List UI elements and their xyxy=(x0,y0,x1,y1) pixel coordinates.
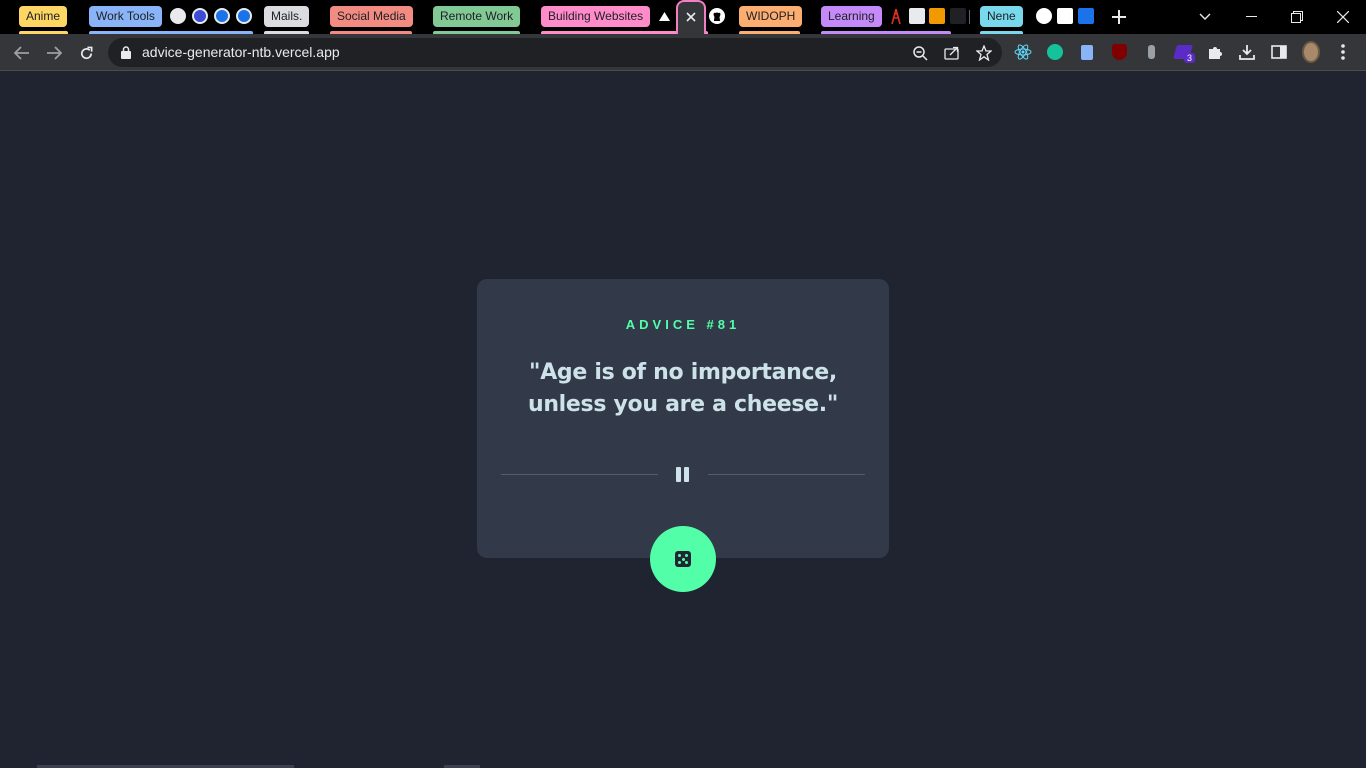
book-icon[interactable] xyxy=(1057,8,1073,24)
minimize-button[interactable] xyxy=(1228,0,1274,34)
restore-button[interactable] xyxy=(1274,0,1320,34)
reload-icon xyxy=(80,46,92,59)
ublock-icon[interactable] xyxy=(1110,43,1128,61)
extension-badge: 3 xyxy=(1184,53,1196,63)
tab-group-building-websites[interactable]: Building Websites xyxy=(541,6,651,27)
advice-heading: ADVICE #81 xyxy=(625,317,741,332)
url-text[interactable]: advice-generator-ntb.vercel.app xyxy=(142,38,340,67)
puzzle-icon xyxy=(1208,46,1222,59)
pause-icon xyxy=(676,467,690,482)
tab-group-widoph[interactable]: WIDOPH xyxy=(739,6,803,27)
page-content: ADVICE #81 "Age is of no importance, unl… xyxy=(0,72,1366,768)
restore-icon xyxy=(1291,11,1303,23)
side-panel-button[interactable] xyxy=(1270,43,1288,61)
tab-group-remote-work[interactable]: Remote Work xyxy=(433,6,521,27)
download-icon xyxy=(1239,45,1255,60)
close-icon xyxy=(1337,11,1349,23)
arrow-right-icon xyxy=(47,46,62,60)
advice-card: ADVICE #81 "Age is of no importance, unl… xyxy=(477,279,889,558)
profile-avatar[interactable] xyxy=(1302,41,1320,63)
triangle-app-icon[interactable] xyxy=(1078,8,1094,24)
browser-toolbar: advice-generator-ntb.vercel.app 3 xyxy=(0,34,1366,71)
zoom-button[interactable] xyxy=(909,42,931,64)
tab-strip: Anime Work Tools Mails. Social Media Rem… xyxy=(0,0,1366,34)
minimize-icon xyxy=(1245,16,1257,17)
more-vert-icon xyxy=(1341,44,1345,60)
extensions-menu-button[interactable] xyxy=(1206,43,1224,61)
google-icon[interactable] xyxy=(1036,8,1052,24)
close-icon[interactable] xyxy=(686,12,696,22)
tab-group-learning[interactable]: Learning xyxy=(821,6,882,27)
c-app-icon[interactable] xyxy=(192,8,208,24)
lock-icon[interactable] xyxy=(121,46,131,59)
forward-button[interactable] xyxy=(42,41,66,65)
star-icon xyxy=(976,45,992,61)
address-bar[interactable]: advice-generator-ntb.vercel.app xyxy=(108,38,1002,67)
vercel-icon[interactable] xyxy=(659,12,670,21)
c-app-icon[interactable] xyxy=(236,8,252,24)
notes-icon[interactable] xyxy=(909,8,925,24)
arrow-left-icon xyxy=(14,46,29,60)
react-devtools-icon[interactable] xyxy=(1014,43,1032,61)
advice-quote: "Age is of no importance, unless you are… xyxy=(527,360,839,417)
chatgpt-icon[interactable] xyxy=(170,8,186,24)
side-panel-icon xyxy=(1271,45,1287,59)
tab-group-mails[interactable]: Mails. xyxy=(264,6,310,27)
zoom-out-icon xyxy=(912,45,928,61)
downloads-button[interactable] xyxy=(1238,43,1256,61)
grammarly-icon[interactable] xyxy=(1046,43,1064,61)
tab-favicon-icon[interactable] xyxy=(950,8,966,24)
divider-line-right xyxy=(708,474,865,475)
generate-advice-button[interactable] xyxy=(650,526,716,592)
tab-group-nene[interactable]: Nene xyxy=(980,6,1023,27)
tab-group-work-tools[interactable]: Work Tools xyxy=(89,6,162,27)
github-icon[interactable] xyxy=(709,8,725,24)
stacked-extension-icon[interactable]: 3 xyxy=(1173,43,1196,63)
close-window-button[interactable] xyxy=(1320,0,1366,34)
tab-group-anime[interactable]: Anime xyxy=(19,6,68,27)
menu-button[interactable] xyxy=(1334,43,1352,61)
extension-icon[interactable] xyxy=(1142,43,1160,61)
tab-separator xyxy=(969,10,970,24)
dice-icon xyxy=(675,551,691,567)
divider-line-left xyxy=(501,474,658,475)
docs-icon[interactable] xyxy=(1078,43,1096,61)
c-app-icon[interactable] xyxy=(214,8,230,24)
new-tab-icon[interactable] xyxy=(1112,10,1126,24)
html-icon[interactable] xyxy=(929,8,945,24)
bookmark-button[interactable] xyxy=(973,42,995,64)
back-button[interactable] xyxy=(10,41,34,65)
chevron-down-icon xyxy=(1199,13,1211,20)
reload-button[interactable] xyxy=(74,41,98,65)
active-tab[interactable] xyxy=(676,0,706,34)
tower-icon[interactable] xyxy=(889,8,903,25)
tab-search-button[interactable] xyxy=(1182,0,1228,34)
share-icon xyxy=(944,46,959,60)
tab-group-social-media[interactable]: Social Media xyxy=(330,6,413,27)
share-button[interactable] xyxy=(941,42,963,64)
